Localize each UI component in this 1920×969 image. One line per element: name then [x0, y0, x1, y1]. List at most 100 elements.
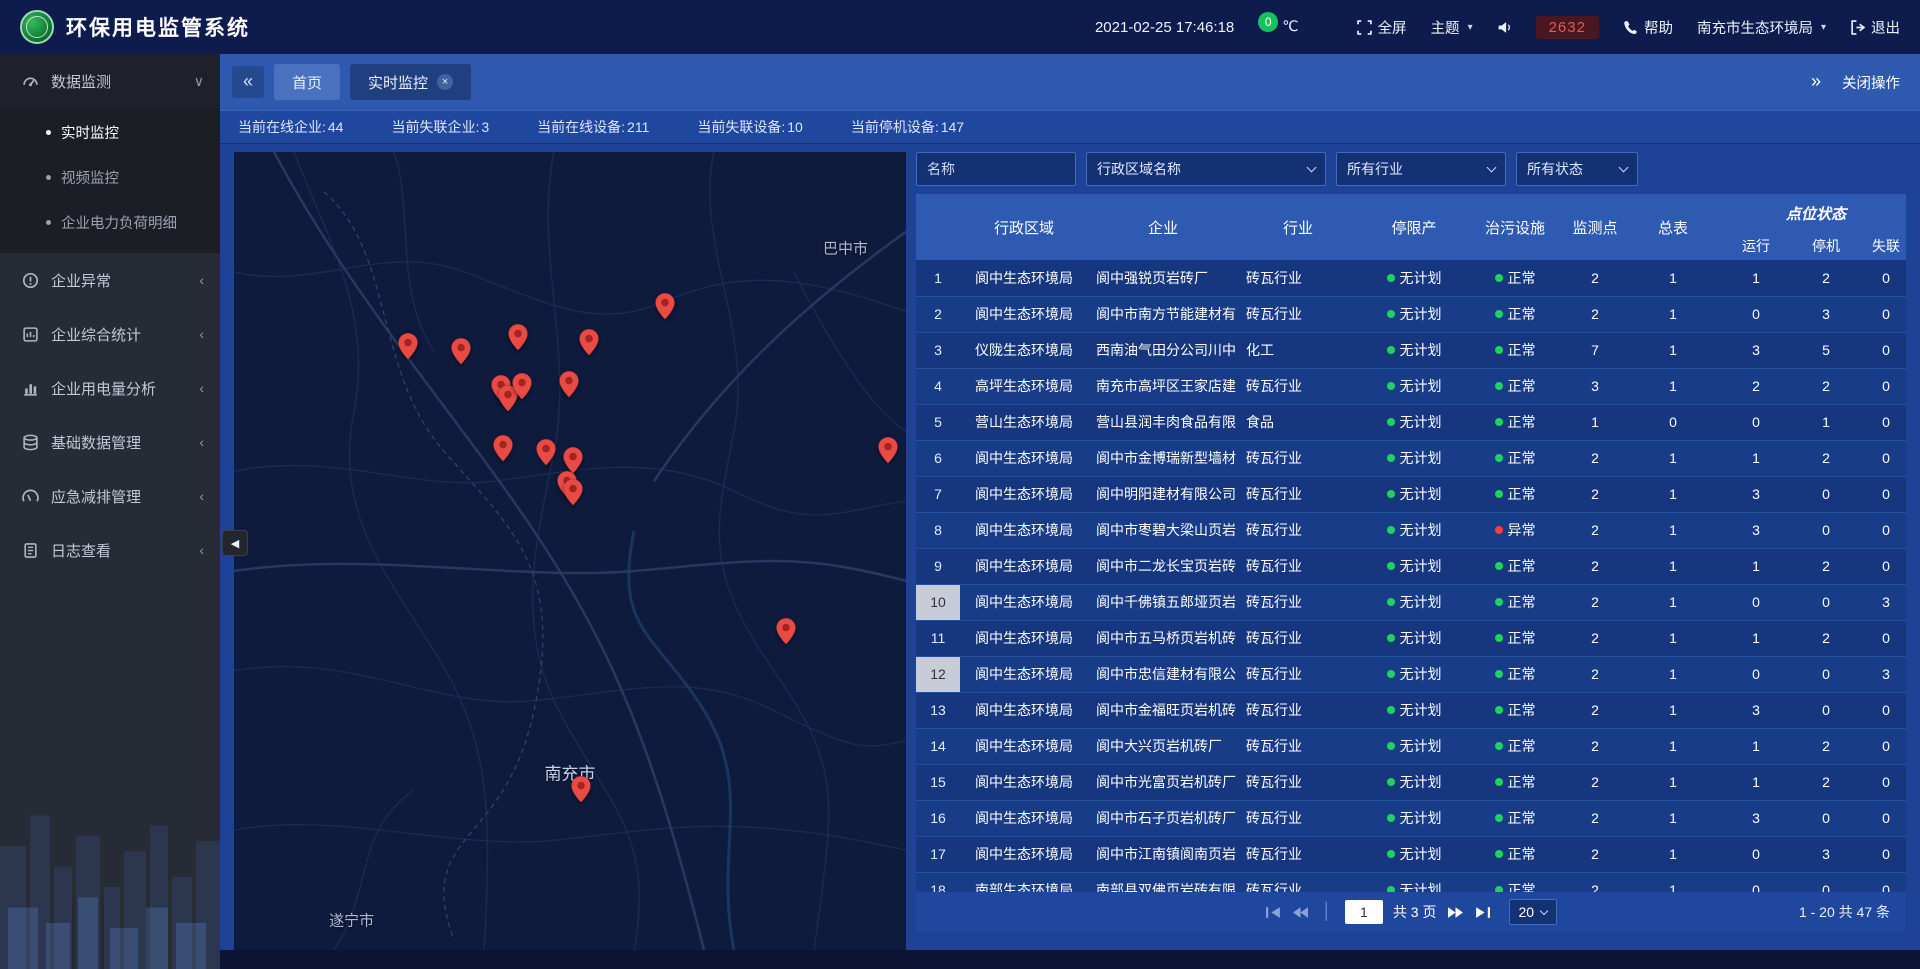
prev-page-button[interactable] [1292, 906, 1309, 919]
limit-status-label: 无计划 [1400, 306, 1442, 322]
points-cell: 2 [1560, 728, 1630, 764]
sidebar-item-basic-data-management[interactable]: 基础数据管理‹ [0, 415, 220, 469]
stat-value: 211 [627, 119, 649, 135]
close-tab-icon[interactable]: × [437, 74, 453, 90]
table-row[interactable]: 5营山生态环境局营山县润丰肉食品有限食品无计划正常10010 [916, 404, 1906, 440]
table-row[interactable]: 11阆中生态环境局阆中市五马桥页岩机砖砖瓦行业无计划正常21120 [916, 620, 1906, 656]
table-row[interactable]: 12阆中生态环境局阆中市忠信建材有限公砖瓦行业无计划正常21003 [916, 656, 1906, 692]
sidebar-item-power-analysis[interactable]: 企业用电量分析‹ [0, 361, 220, 415]
map-pin-icon[interactable] [536, 439, 556, 471]
limit-status-cell: 无计划 [1358, 872, 1470, 892]
sidebar-item-enterprise-statistics[interactable]: 企业综合统计‹ [0, 307, 220, 361]
scroll-tabs-right-button[interactable]: » [1800, 66, 1832, 98]
help-button[interactable]: 帮助 [1623, 17, 1673, 38]
chevron-down-icon [1619, 162, 1629, 172]
name-filter-input[interactable] [916, 152, 1076, 186]
sidebar-item-enterprise-abnormal[interactable]: 企业异常‹ [0, 253, 220, 307]
table-row[interactable]: 7阆中生态环境局阆中明阳建材有限公司砖瓦行业无计划正常21300 [916, 476, 1906, 512]
company-cell: 阆中市金博瑞新型墙材 [1088, 440, 1238, 476]
sidebar: 数据监测∨实时监控视频监控企业电力负荷明细企业异常‹企业综合统计‹企业用电量分析… [0, 54, 220, 969]
map-pin-icon[interactable] [776, 617, 796, 649]
industry-cell: 砖瓦行业 [1238, 836, 1358, 872]
sidebar-subitem-realtime-monitor[interactable]: 实时监控 [0, 110, 220, 155]
collapse-map-button[interactable]: ◀ [222, 530, 248, 556]
logout-label: 退出 [1871, 17, 1900, 38]
page-number-input[interactable] [1345, 900, 1383, 924]
table-row[interactable]: 9阆中生态环境局阆中市二龙长宝页岩砖砖瓦行业无计划正常21120 [916, 548, 1906, 584]
facility-status-label: 正常 [1508, 810, 1536, 826]
map-pin-icon[interactable] [563, 479, 583, 511]
fullscreen-icon [1357, 20, 1372, 35]
theme-menu[interactable]: 主题 ▾ [1431, 17, 1473, 38]
top-header: 环保用电监管系统 2021-02-25 17:46:18 0 ℃ 全屏 主题 ▾… [0, 0, 1920, 54]
table-row[interactable]: 2阆中生态环境局阆中市南方节能建材有砖瓦行业无计划正常21030 [916, 296, 1906, 332]
facility-status-cell: 正常 [1470, 728, 1560, 764]
table-row[interactable]: 17阆中生态环境局阆中市江南镇阆南页岩砖瓦行业无计划正常21030 [916, 836, 1906, 872]
first-page-button[interactable] [1265, 906, 1282, 919]
table-row[interactable]: 18南部生态环境局南部县双佛页岩砖有限砖瓦行业无计划正常21000 [916, 872, 1906, 892]
industry-filter-select[interactable]: 所有行业 [1336, 152, 1506, 186]
map-city-label: 遂宁市 [329, 910, 374, 931]
close-operations-menu[interactable]: 关闭操作 [1842, 72, 1900, 93]
table-row[interactable]: 6阆中生态环境局阆中市金博瑞新型墙材砖瓦行业无计划正常21120 [916, 440, 1906, 476]
map-pin-icon[interactable] [512, 372, 532, 404]
table-row[interactable]: 3仪陇生态环境局西南油气田分公司川中化工无计划正常71350 [916, 332, 1906, 368]
scroll-tabs-left-button[interactable]: « [232, 66, 264, 98]
sidebar-subitem-label: 视频监控 [61, 167, 119, 188]
meters-cell: 1 [1630, 800, 1716, 836]
stat-value: 44 [328, 119, 344, 135]
sidebar-item-log-view[interactable]: 日志查看‹ [0, 523, 220, 577]
region-filter-select[interactable]: 行政区域名称 [1086, 152, 1326, 186]
logout-button[interactable]: 退出 [1850, 17, 1900, 38]
map-pin-icon[interactable] [493, 435, 513, 467]
status-filter-select[interactable]: 所有状态 [1516, 152, 1638, 186]
limit-status-cell: 无计划 [1358, 584, 1470, 620]
region-cell: 阆中生态环境局 [960, 548, 1088, 584]
sidebar-subitem-video-monitor[interactable]: 视频监控 [0, 155, 220, 200]
page-size-value: 20 [1519, 904, 1535, 920]
next-page-button[interactable] [1447, 906, 1464, 919]
table-row[interactable]: 13阆中生态环境局阆中市金福旺页岩机砖砖瓦行业无计划正常21300 [916, 692, 1906, 728]
running-cell: 2 [1716, 368, 1796, 404]
sidebar-item-data-monitoring[interactable]: 数据监测∨ [0, 54, 220, 108]
table-row[interactable]: 16阆中生态环境局阆中市石子页岩机砖厂砖瓦行业无计划正常21300 [916, 800, 1906, 836]
fullscreen-button[interactable]: 全屏 [1357, 17, 1407, 38]
points-cell: 2 [1560, 836, 1630, 872]
points-cell: 2 [1560, 440, 1630, 476]
table-row[interactable]: 14阆中生态环境局阆中大兴页岩机砖厂砖瓦行业无计划正常21120 [916, 728, 1906, 764]
last-page-button[interactable] [1474, 906, 1491, 919]
main-area: « 首页 实时监控 × » 关闭操作 当前在线企业:44当前失联企业:3当前在线… [220, 54, 1920, 969]
map-pin-icon[interactable] [579, 329, 599, 361]
table-row[interactable]: 4高坪生态环境局南充市高坪区王家店建砖瓦行业无计划正常31220 [916, 368, 1906, 404]
map-pin-icon[interactable] [559, 371, 579, 403]
map-pin-icon[interactable] [878, 437, 898, 469]
map-pin-icon[interactable] [508, 324, 528, 356]
meters-cell: 1 [1630, 512, 1716, 548]
map-pin-icon[interactable] [398, 333, 418, 365]
announcement-button[interactable] [1497, 20, 1512, 35]
table-row[interactable]: 1阆中生态环境局阆中强锐页岩砖厂砖瓦行业无计划正常21120 [916, 260, 1906, 296]
table-row[interactable]: 8阆中生态环境局阆中市枣碧大梁山页岩砖瓦行业无计划异常21300 [916, 512, 1906, 548]
facility-status-label: 正常 [1508, 450, 1536, 466]
map[interactable]: 巴中市南充市遂宁市 ◀ [234, 152, 906, 950]
map-pin-icon[interactable] [655, 293, 675, 325]
limit-status-label: 无计划 [1400, 486, 1442, 502]
stats-icon [22, 326, 39, 343]
status-dot-icon [1495, 310, 1503, 318]
facility-status-cell: 异常 [1470, 512, 1560, 548]
tab-realtime-monitor[interactable]: 实时监控 × [350, 64, 471, 100]
map-pin-icon[interactable] [451, 338, 471, 370]
page-size-select[interactable]: 20 [1509, 899, 1558, 925]
points-cell: 2 [1560, 800, 1630, 836]
alert-count-badge[interactable]: 2632 [1536, 16, 1599, 39]
table-row[interactable]: 15阆中生态环境局阆中市光富页岩机砖厂砖瓦行业无计划正常21120 [916, 764, 1906, 800]
org-menu[interactable]: 南充市生态环境局 ▾ [1697, 17, 1826, 38]
sidebar-subitem-power-load-detail[interactable]: 企业电力负荷明细 [0, 200, 220, 245]
limit-status-label: 无计划 [1400, 414, 1442, 430]
map-pin-icon[interactable] [571, 775, 591, 807]
tab-home[interactable]: 首页 [274, 64, 340, 100]
limit-status-cell: 无计划 [1358, 548, 1470, 584]
table-row[interactable]: 10阆中生态环境局阆中千佛镇五郎垭页岩砖瓦行业无计划正常21003 [916, 584, 1906, 620]
column-header-meters: 总表 [1630, 194, 1716, 260]
sidebar-item-emergency-management[interactable]: 应急减排管理‹ [0, 469, 220, 523]
